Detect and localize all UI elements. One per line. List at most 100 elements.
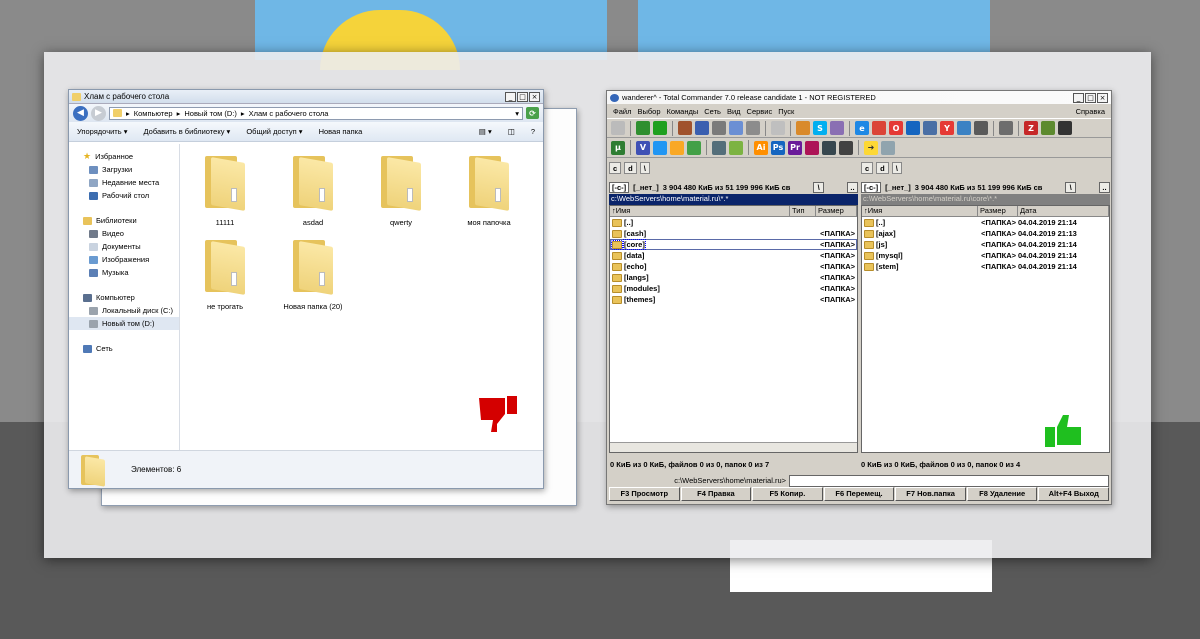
nav-item-drive-c[interactable]: Локальный диск (C:) [69,304,179,317]
eye-icon[interactable] [881,140,895,155]
document-icon[interactable] [830,121,844,135]
column-size[interactable]: Размер [816,206,857,216]
calculator-icon[interactable] [999,121,1013,135]
ie-icon[interactable] [957,121,971,135]
nav-item-pictures[interactable]: Изображения [69,253,179,266]
skype-icon[interactable]: S [813,121,827,135]
column-name[interactable]: ↑Имя [610,206,790,216]
search-icon[interactable] [771,121,785,135]
filezilla-icon[interactable]: Z [1024,121,1038,135]
paint-icon[interactable] [687,140,701,155]
drive-root-button[interactable]: \ [891,162,902,174]
add-to-library-button[interactable]: Добавить в библиотеку ▾ [144,127,231,136]
yandex-icon[interactable]: Y [940,121,954,135]
help-icon[interactable]: ? [531,127,535,136]
table-row[interactable]: [js] <ПАПКА> 04.04.2019 21:14 [862,239,1109,250]
vim-icon[interactable]: V [636,140,650,155]
column-date[interactable]: Дата [1018,206,1109,216]
opera-icon[interactable]: O [889,121,903,135]
chevron-down-icon[interactable]: ▾ [515,109,519,118]
shield-icon[interactable] [653,121,667,135]
drive-d-button[interactable]: d [624,162,637,174]
nav-item-recent[interactable]: Недавние места [69,176,179,189]
drive-c-button[interactable]: c [609,162,622,174]
path-bar[interactable]: c:\WebServers\home\material.ru\*.* [609,194,858,205]
view-options-icon[interactable]: ▤ ▾ [479,127,492,136]
table-row[interactable]: [core] <ПАПКА> [610,239,857,250]
menu-help[interactable]: Справка [1076,107,1105,116]
nav-item-desktop[interactable]: Рабочий стол [69,189,179,202]
table-row[interactable]: [..] <ПАПКА> 04.04.2019 21:14 [862,217,1109,228]
folder-item[interactable]: qwerty [357,156,445,227]
table-row[interactable]: [themes] <ПАПКА> [610,294,857,305]
close-button[interactable]: × [1097,92,1108,103]
breadcrumb-item[interactable]: Компьютер [134,109,173,118]
illustrator-icon[interactable]: Ai [754,140,768,155]
nav-item-downloads[interactable]: Загрузки [69,163,179,176]
unity-icon[interactable] [839,140,853,155]
new-folder-button[interactable]: Новая папка [319,127,363,136]
folder-item[interactable]: Новая папка (20) [269,240,357,311]
folder-item[interactable]: моя папочка [445,156,533,227]
back-button[interactable]: \ [1065,181,1077,193]
premiere-icon[interactable]: Pr [788,140,802,155]
back-button[interactable]: ◀ [73,105,88,121]
nav-item-video[interactable]: Видео [69,227,179,240]
refresh-icon[interactable]: ⟳ [526,107,539,119]
breadcrumb-item[interactable]: Новый том (D:) [184,109,237,118]
breadcrumb[interactable]: ▸ Компьютер ▸ Новый том (D:) ▸ Хлам с ра… [109,106,523,120]
maximize-button[interactable]: □ [1085,92,1096,103]
table-row[interactable]: [mysql] <ПАПКА> 04.04.2019 21:14 [862,250,1109,261]
column-type[interactable]: Тип [790,206,816,216]
drive-d-button[interactable]: d [876,162,889,174]
share-button[interactable]: Общий доступ ▾ [246,127,302,136]
calendar-icon[interactable] [729,121,743,135]
multi-icon[interactable] [1058,121,1072,135]
menu-view[interactable]: Вид [727,107,741,116]
drive-c-button[interactable]: c [861,162,874,174]
pack-icon[interactable] [678,121,692,135]
organize-button[interactable]: Упорядочить ▾ [77,127,128,136]
table-row[interactable]: [stem] <ПАПКА> 04.04.2019 21:14 [862,261,1109,272]
command-input[interactable] [789,474,1109,487]
network-icon[interactable] [653,140,667,155]
utorrent-icon[interactable]: µ [611,140,625,155]
up-button[interactable]: .. [1099,181,1110,193]
table-row[interactable]: [modules] <ПАПКА> [610,283,857,294]
chrome-icon[interactable] [872,121,886,135]
blender-icon[interactable] [822,140,836,155]
menu-start[interactable]: Пуск [778,107,794,116]
putty-icon[interactable] [1041,121,1055,135]
unpack-icon[interactable] [695,121,709,135]
minimize-button[interactable]: _ [1073,92,1084,103]
column-name[interactable]: ↑Имя [862,206,978,216]
f6-move-button[interactable]: F6 Перемещ. [823,487,895,501]
user-icon[interactable] [796,121,810,135]
media-icon[interactable] [805,140,819,155]
folder-item[interactable]: не трогать [181,240,269,311]
menu-commands[interactable]: Команды [666,107,698,116]
printer-icon[interactable] [712,140,726,155]
preview-pane-icon[interactable]: ◫ [508,127,515,136]
forward-button[interactable]: ▶ [91,105,106,121]
close-button[interactable]: × [529,91,540,102]
nav-item-drive-d[interactable]: Новый том (D:) [69,317,179,330]
nav-item-music[interactable]: Музыка [69,266,179,279]
f5-copy-button[interactable]: F5 Копир. [752,487,823,501]
alt-f4-exit-button[interactable]: Alt+F4 Выход [1038,487,1110,501]
menu-select[interactable]: Выбор [637,107,660,116]
breadcrumb-item[interactable]: Хлам с рабочего стола [249,109,329,118]
table-row[interactable]: [echo] <ПАПКА> [610,261,857,272]
f4-edit-button[interactable]: F4 Правка [680,487,752,501]
nav-libraries[interactable]: Библиотеки [69,214,179,227]
arrow-icon[interactable]: ➜ [864,140,878,155]
nav-item-documents[interactable]: Документы [69,240,179,253]
folder-item[interactable]: asdad [269,156,357,227]
menu-net[interactable]: Сеть [704,107,721,116]
back-button[interactable]: \ [813,181,825,193]
table-row[interactable]: [langs] <ПАПКА> [610,272,857,283]
up-button[interactable]: .. [847,181,858,193]
maximize-button[interactable]: □ [517,91,528,102]
column-size[interactable]: Размер [978,206,1018,216]
compare-icon[interactable] [712,121,726,135]
